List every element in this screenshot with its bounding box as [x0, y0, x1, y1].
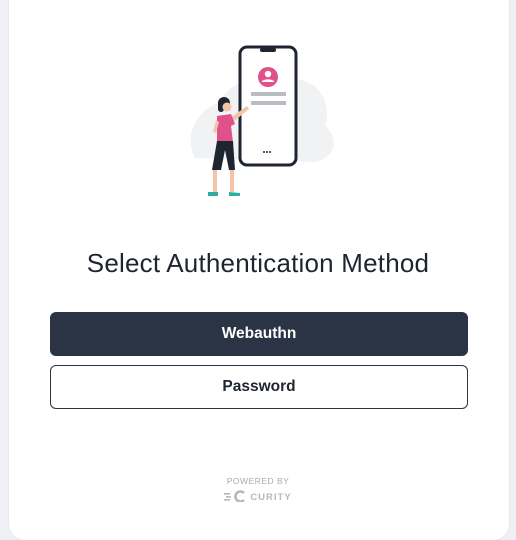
password-button[interactable]: Password [50, 365, 468, 409]
brand-name: CURITY [250, 492, 292, 503]
page-title: Select Authentication Method [86, 248, 430, 278]
curity-logo-icon [224, 490, 246, 505]
powered-by-label: POWERED BY [226, 476, 290, 486]
webauthn-button[interactable]: Webauthn [50, 312, 468, 356]
phone-login-illustration-icon [175, 40, 345, 210]
curity-brand[interactable]: CURITY [0, 490, 516, 505]
